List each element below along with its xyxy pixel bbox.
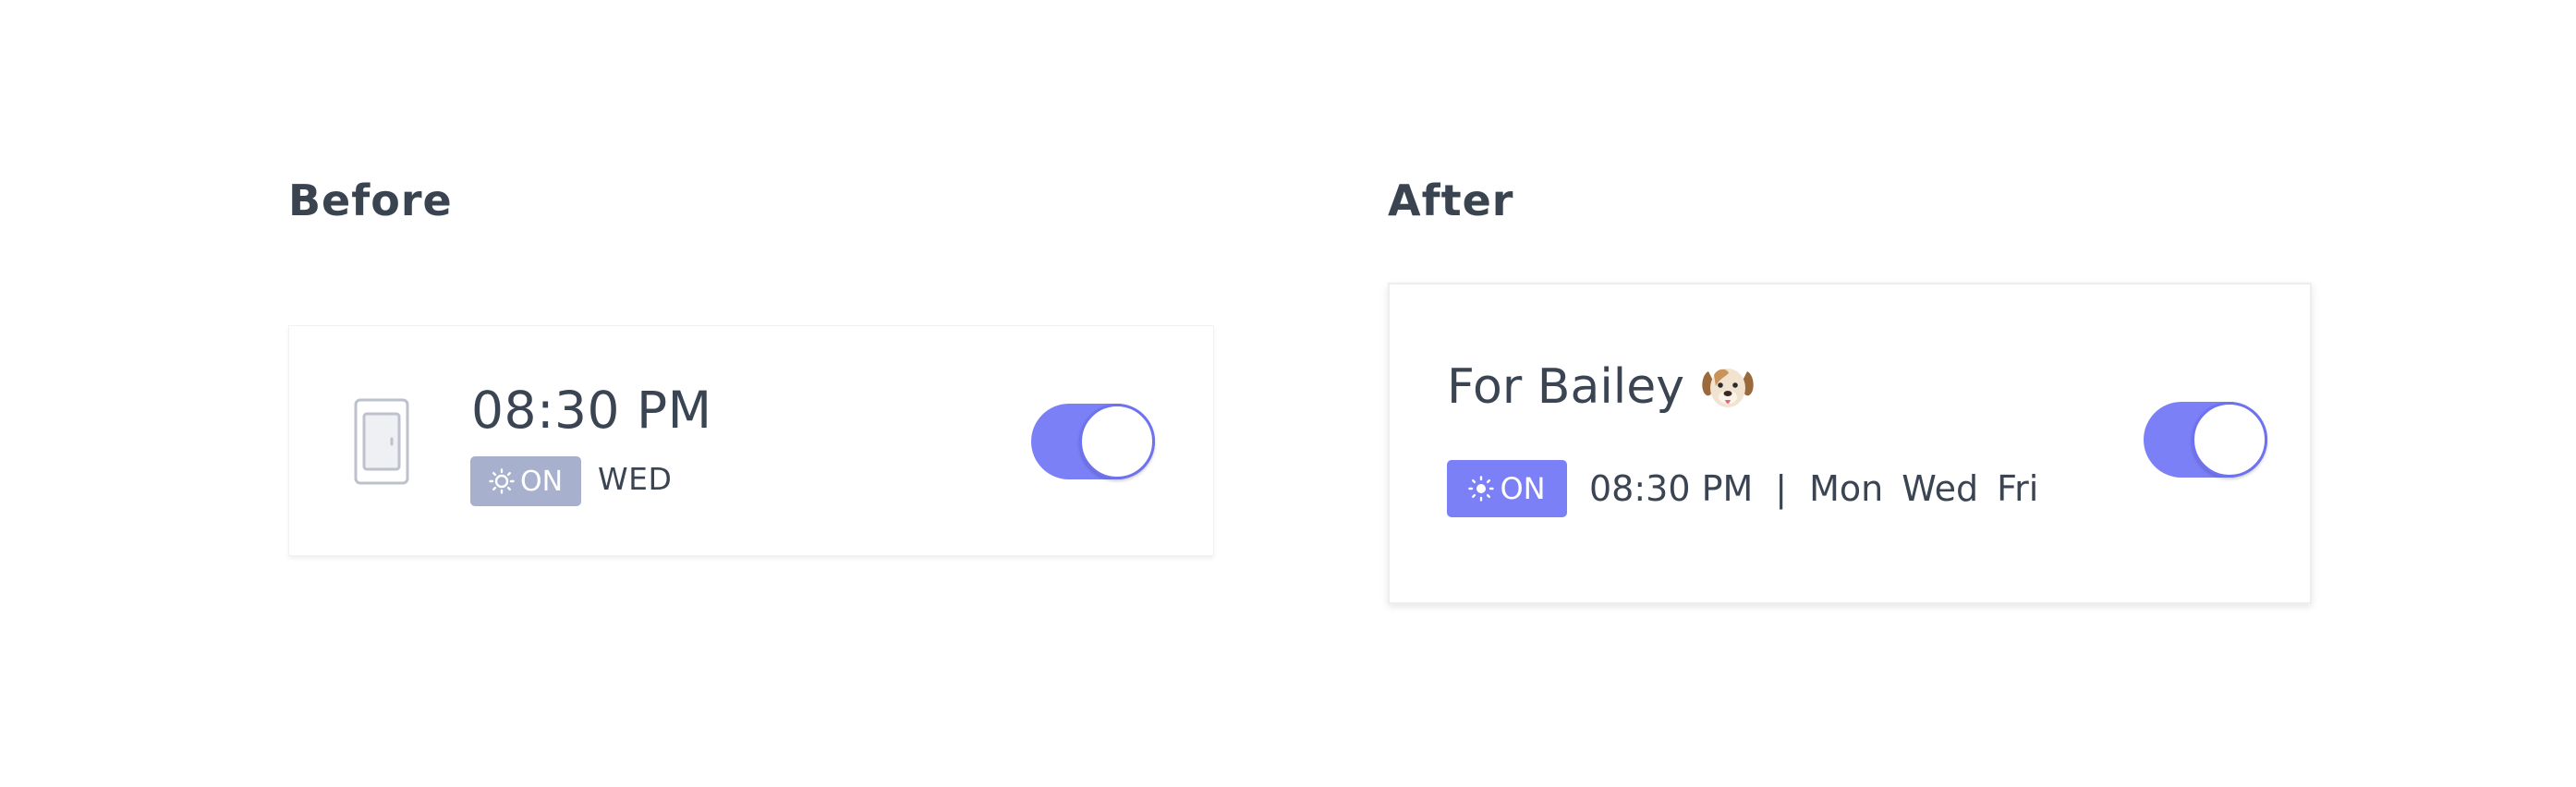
alarm-time: 08:30 PM [471,381,712,440]
repeat-day: Mon [1809,468,1884,509]
dog-face-icon [1702,369,1754,407]
repeat-day: WED [598,461,673,497]
toggle-knob [2192,402,2267,478]
alarm-time: 08:30 PM [1589,468,1754,509]
after-alarm-card[interactable]: For Bailey ON 08:30 PM | Mon Wed Fri [1388,283,2312,604]
repeat-day: Fri [1997,468,2039,509]
on-status-badge: ON [1447,460,1567,517]
door-icon [354,398,409,485]
before-heading: Before [288,176,453,225]
repeat-day: Wed [1902,468,1979,509]
before-alarm-card[interactable]: 08:30 PM ON WED [288,325,1214,556]
schedule-separator: | [1775,468,1788,509]
sun-icon [1468,476,1495,502]
alarm-toggle[interactable] [2144,402,2267,478]
on-status-badge: ON [470,456,581,506]
alarm-toggle[interactable] [1031,404,1155,479]
after-heading: After [1388,176,1514,225]
toggle-knob [1079,404,1155,479]
sun-icon [489,468,515,494]
on-badge-label: ON [519,465,564,498]
alarm-title: For Bailey [1447,362,1755,412]
alarm-title-text: For Bailey [1447,359,1684,415]
alarm-schedule: 08:30 PM | Mon Wed Fri [1589,471,2038,506]
on-badge-label: ON [1500,471,1546,506]
